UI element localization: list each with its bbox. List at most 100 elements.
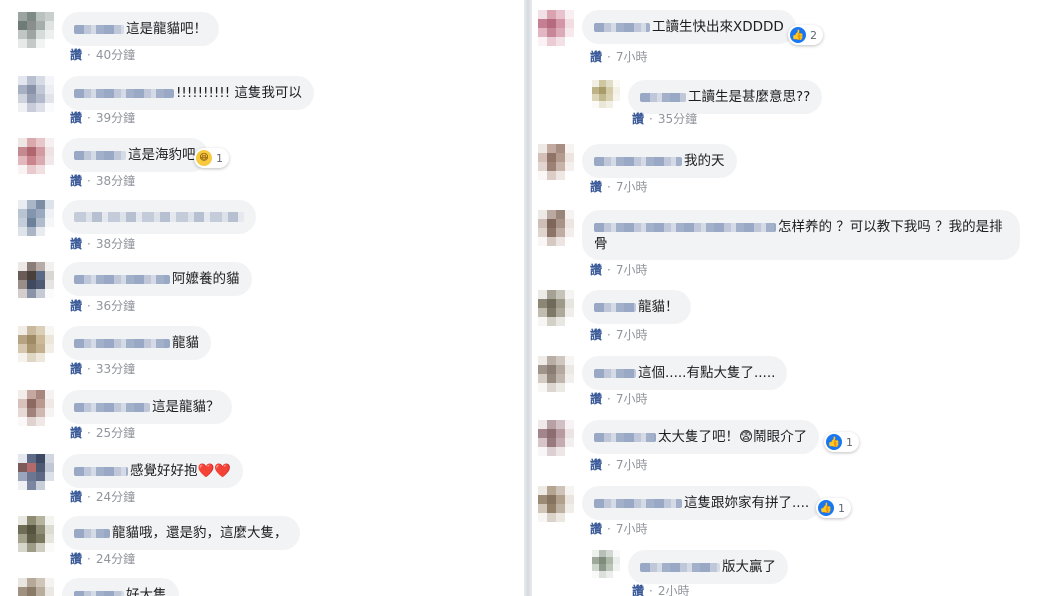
like-link[interactable]: 讚 <box>632 584 644 596</box>
like-link[interactable]: 讚 <box>590 392 602 406</box>
comment-meta: 讚 · 38分鐘 <box>70 174 136 188</box>
comment-bubble: 阿嬤養的貓 <box>62 262 252 296</box>
comment-time[interactable]: 7小時 <box>616 392 648 406</box>
avatar[interactable] <box>538 210 574 246</box>
comment-time[interactable]: 2小時 <box>658 584 690 596</box>
like-link[interactable]: 讚 <box>70 490 82 504</box>
commenter-name[interactable] <box>594 498 682 508</box>
haha-reaction-icon: 😆 <box>196 150 212 166</box>
like-link[interactable]: 讚 <box>70 299 82 313</box>
commenter-name[interactable] <box>594 156 682 166</box>
avatar[interactable] <box>18 326 54 362</box>
like-link[interactable]: 讚 <box>70 552 82 566</box>
comment-text: 太大隻了吧！😨鬧眼介了 <box>658 428 808 445</box>
comment-time[interactable]: 38分鐘 <box>96 237 135 251</box>
commenter-name[interactable] <box>74 274 170 284</box>
avatar[interactable] <box>18 578 54 596</box>
commenter-name[interactable] <box>74 528 110 538</box>
avatar[interactable] <box>18 12 54 48</box>
avatar[interactable] <box>18 138 54 174</box>
avatar[interactable] <box>18 454 54 490</box>
reaction-count: 1 <box>838 501 845 515</box>
comment-bubble: 怎样养的 ？可以教下我吗 ？我的是排骨 <box>582 210 1020 260</box>
comment-time[interactable]: 24分鐘 <box>96 552 135 566</box>
commenter-name[interactable] <box>74 466 128 476</box>
comment-bubble: 工讀生快出來XDDDD <box>582 10 796 44</box>
comment-time[interactable]: 7小時 <box>616 458 648 472</box>
like-link[interactable]: 讚 <box>590 522 602 536</box>
comment-time[interactable]: 24分鐘 <box>96 490 135 504</box>
commenter-name[interactable] <box>640 92 686 102</box>
like-link[interactable]: 讚 <box>70 237 82 251</box>
like-link[interactable]: 讚 <box>70 48 82 62</box>
comment-bubble <box>62 200 256 234</box>
commenter-name[interactable] <box>594 368 636 378</box>
comment-time[interactable]: 39分鐘 <box>96 111 135 125</box>
like-link[interactable]: 讚 <box>70 174 82 188</box>
commenter-name[interactable] <box>640 562 720 572</box>
like-link[interactable]: 讚 <box>590 263 602 277</box>
comment-time[interactable]: 7小時 <box>616 522 648 536</box>
comment-meta: 讚 · 7小時 <box>590 180 648 194</box>
comment-text: 這是龍貓吧！ <box>126 20 207 37</box>
avatar[interactable] <box>538 486 574 522</box>
comment-time[interactable]: 38分鐘 <box>96 174 135 188</box>
commenter-name[interactable] <box>594 22 650 32</box>
commenter-name[interactable] <box>74 590 124 596</box>
avatar[interactable] <box>18 200 54 236</box>
avatar[interactable] <box>18 262 54 298</box>
reaction-badge[interactable]: 😆 1 <box>194 148 229 168</box>
commenter-name[interactable] <box>74 150 126 160</box>
like-link[interactable]: 讚 <box>590 328 602 342</box>
comment-time[interactable]: 40分鐘 <box>96 48 135 62</box>
commenter-name[interactable] <box>74 24 124 34</box>
like-link[interactable]: 讚 <box>70 426 82 440</box>
comment-meta: 讚 · 40分鐘 <box>70 48 136 62</box>
comment-text: 感覺好好抱 <box>130 462 198 479</box>
like-link[interactable]: 讚 <box>632 112 644 126</box>
comment-time[interactable]: 33分鐘 <box>96 362 135 376</box>
commenter-name[interactable] <box>74 402 150 412</box>
avatar[interactable] <box>538 144 574 180</box>
comment-text: 這是海豹吧 <box>128 146 196 163</box>
comment-text-blurred <box>74 212 244 222</box>
commenter-name[interactable] <box>594 302 636 312</box>
comment-time[interactable]: 35分鐘 <box>658 112 697 126</box>
like-link[interactable]: 讚 <box>590 180 602 194</box>
comment-time[interactable]: 25分鐘 <box>96 426 135 440</box>
avatar[interactable] <box>18 76 54 112</box>
column-divider <box>524 0 532 596</box>
commenter-name[interactable] <box>594 222 776 232</box>
reaction-badge[interactable]: 👍 2 <box>788 25 823 45</box>
avatar[interactable] <box>538 420 574 456</box>
avatar[interactable] <box>538 290 574 326</box>
avatar[interactable] <box>538 10 574 46</box>
comment-meta: 讚 · 33分鐘 <box>70 362 136 376</box>
reaction-badge[interactable]: 👍 1 <box>816 498 851 518</box>
avatar[interactable] <box>18 516 54 552</box>
commenter-name[interactable] <box>594 432 656 442</box>
avatar[interactable] <box>18 390 54 426</box>
reaction-badge[interactable]: 👍 1 <box>824 432 859 452</box>
like-link[interactable]: 讚 <box>590 458 602 472</box>
like-link[interactable]: 讚 <box>70 362 82 376</box>
comment-time[interactable]: 7小時 <box>616 263 648 277</box>
comment-time[interactable]: 7小時 <box>616 50 648 64</box>
like-reaction-icon: 👍 <box>790 27 806 43</box>
avatar[interactable] <box>538 356 574 392</box>
comment-time[interactable]: 7小時 <box>616 180 648 194</box>
comment-time[interactable]: 7小時 <box>616 328 648 342</box>
comment-time[interactable]: 36分鐘 <box>96 299 135 313</box>
heart-emoji: ❤️❤️ <box>197 462 232 479</box>
comment-bubble: 龍貓 <box>62 326 211 360</box>
avatar[interactable] <box>592 550 620 578</box>
like-link[interactable]: 讚 <box>70 111 82 125</box>
avatar[interactable] <box>592 80 620 108</box>
reaction-count: 1 <box>846 435 853 449</box>
comment-meta: 讚 · 7小時 <box>590 263 648 277</box>
commenter-name[interactable] <box>74 88 174 98</box>
comment-bubble: 好大隻 <box>62 578 179 596</box>
comment-text: 好大隻 <box>126 586 167 596</box>
like-link[interactable]: 讚 <box>590 50 602 64</box>
commenter-name[interactable] <box>74 338 170 348</box>
